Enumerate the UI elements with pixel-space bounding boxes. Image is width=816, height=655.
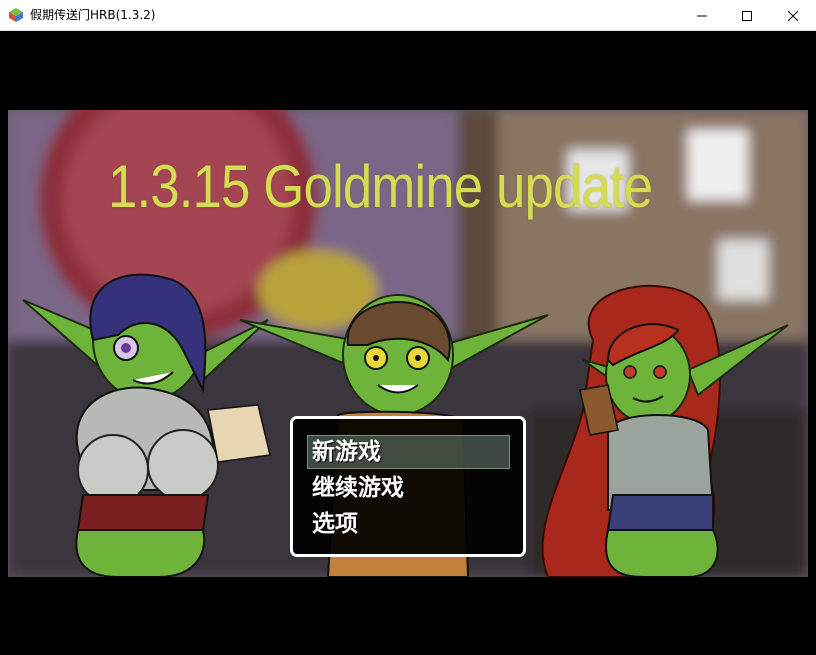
game-app-icon — [9, 8, 23, 22]
menu-item-label: 新游戏 — [312, 439, 381, 465]
menu-item-continue[interactable]: 继续游戏 — [312, 471, 404, 505]
window-title-bar[interactable]: 假期传送门HRB(1.3.2) — [0, 0, 816, 31]
menu-item-label: 选项 — [312, 511, 358, 537]
minimize-button[interactable] — [679, 0, 725, 31]
minimize-icon — [697, 15, 707, 16]
close-icon — [788, 10, 798, 21]
title-menu: 新游戏 继续游戏 选项 — [290, 416, 526, 557]
window-title: 假期传送门HRB(1.3.2) — [30, 8, 156, 22]
menu-item-options[interactable]: 选项 — [312, 507, 358, 541]
maximize-icon — [742, 10, 752, 21]
maximize-button[interactable] — [724, 0, 770, 31]
version-banner: 1.3.15 Goldmine update — [108, 153, 653, 220]
menu-item-label: 继续游戏 — [312, 475, 404, 501]
menu-item-new-game[interactable]: 新游戏 — [307, 435, 510, 469]
close-button[interactable] — [770, 0, 816, 31]
